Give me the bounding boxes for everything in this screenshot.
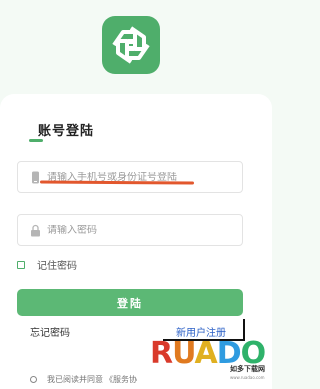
login-button[interactable]: 登陆 <box>17 289 243 316</box>
login-title: 账号登陆 <box>38 124 95 139</box>
lock-icon <box>28 223 42 237</box>
password-input[interactable] <box>47 224 237 236</box>
watermark: RUADO 如多下载网 www.ruadao.com <box>150 336 272 389</box>
watermark-url: www.ruadao.com <box>230 375 265 380</box>
title-underline <box>29 139 43 142</box>
remember-label: 记住密码 <box>37 261 77 272</box>
login-title-wrap: 账号登陆 <box>38 120 94 139</box>
password-field[interactable] <box>17 214 243 246</box>
phone-field[interactable] <box>17 161 243 193</box>
remember-checkbox[interactable] <box>17 260 25 269</box>
app-logo <box>102 16 160 74</box>
agree-radio[interactable] <box>30 376 37 383</box>
forgot-password-link[interactable]: 忘记密码 <box>30 324 70 339</box>
agree-text: 我已阅读并同意 <box>47 375 103 384</box>
watermark-text: 如多下载网 <box>230 365 265 373</box>
app-logo-icon <box>112 26 150 64</box>
agreement[interactable]: 我已阅读并同意 《服务协 <box>30 374 137 385</box>
service-agreement-link[interactable]: 《服务协 <box>105 374 137 385</box>
remember-password[interactable]: 记住密码 <box>17 257 77 272</box>
